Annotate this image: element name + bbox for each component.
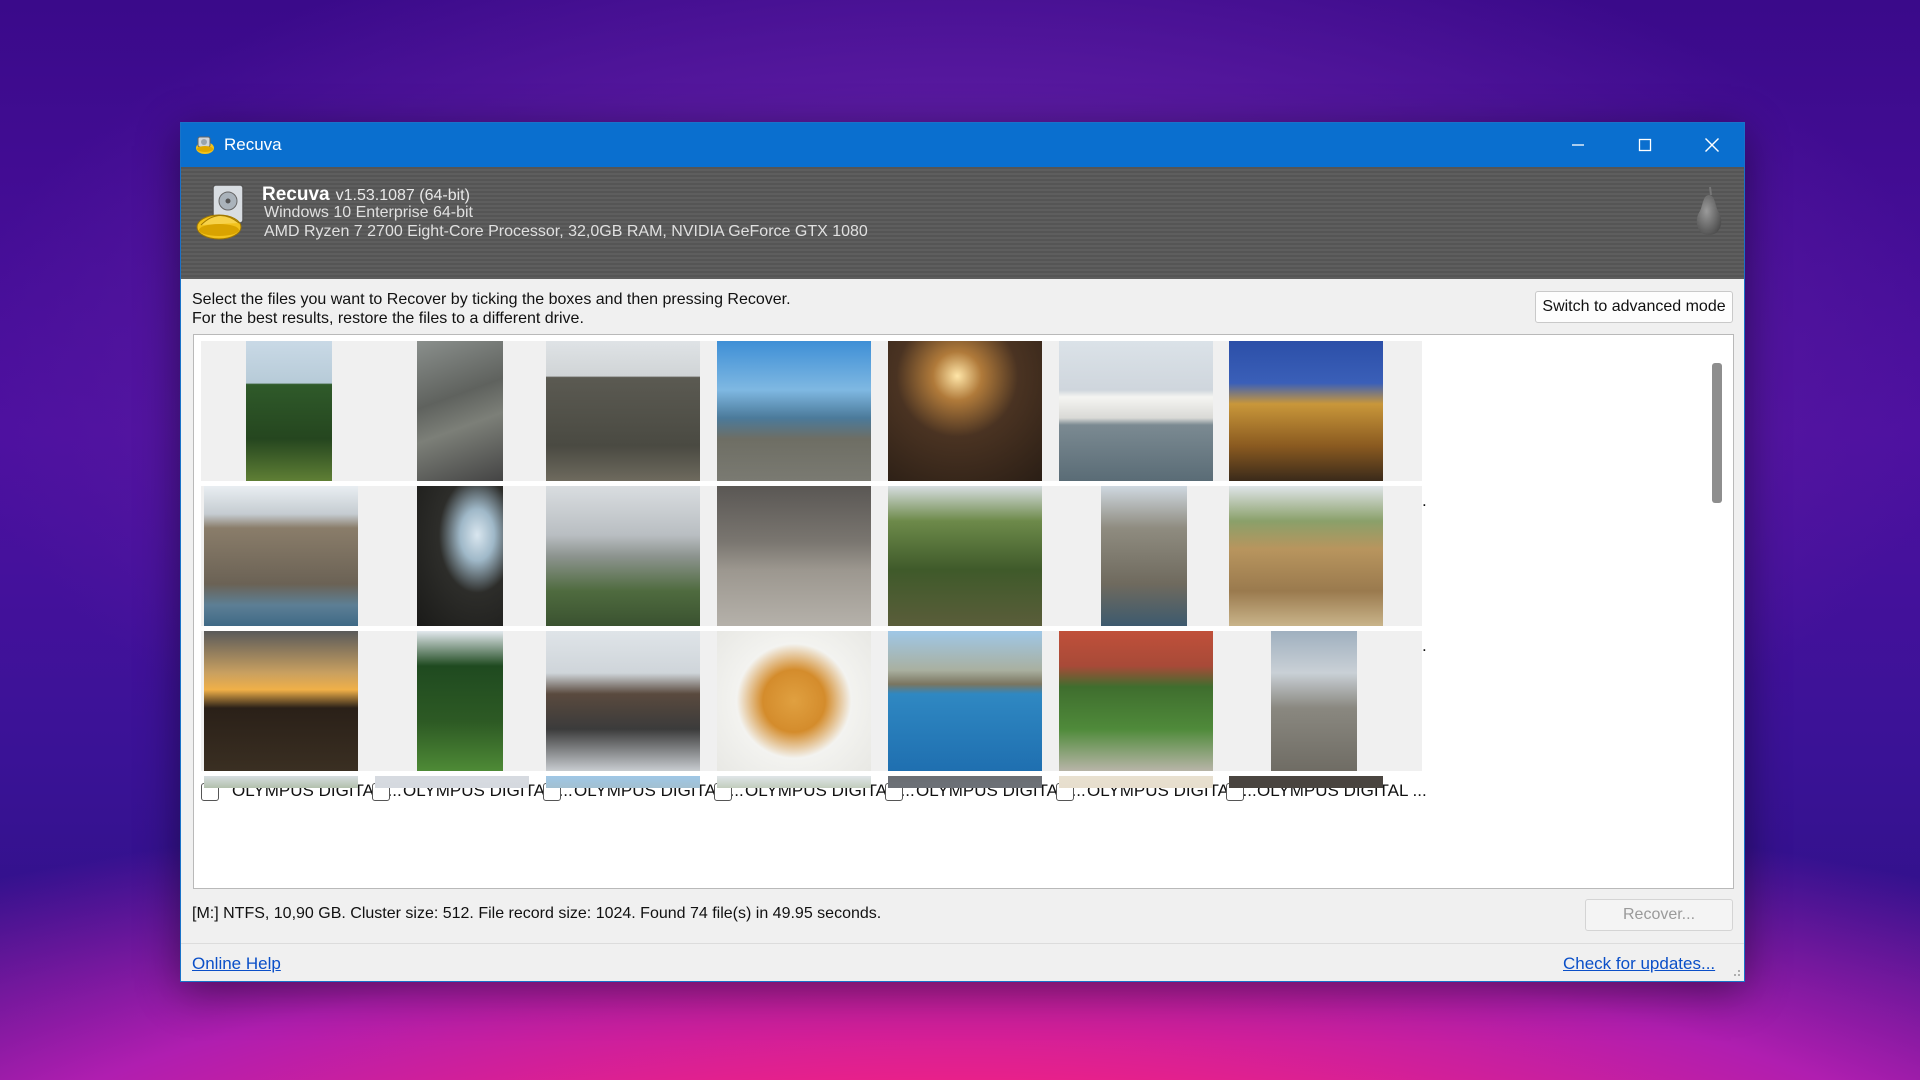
resize-grip-icon[interactable] <box>1729 965 1741 977</box>
maximize-button[interactable] <box>1613 123 1677 167</box>
photo-thumbnail[interactable] <box>888 631 1042 771</box>
thumbnail-frame <box>885 486 1081 626</box>
thumbnail-frame <box>1226 341 1422 481</box>
switch-advanced-mode-button[interactable]: Switch to advanced mode <box>1535 291 1733 323</box>
thumbnail-frame <box>1056 631 1252 771</box>
check-updates-link[interactable]: Check for updates... <box>1563 954 1715 974</box>
photo-thumbnail[interactable] <box>1229 341 1383 481</box>
online-help-link[interactable]: Online Help <box>192 954 281 974</box>
app-header-banner: Recuva v1.53.1087 (64-bit) Windows 10 Ent… <box>181 167 1744 279</box>
file-tile-partial[interactable] <box>1226 776 1422 788</box>
photo-thumbnail[interactable] <box>717 631 871 771</box>
close-button[interactable] <box>1680 123 1744 167</box>
instructions-line-1: Select the files you want to Recover by … <box>192 291 791 308</box>
hardware-info: AMD Ryzen 7 2700 Eight-Core Processor, 3… <box>264 223 868 240</box>
recuva-app-icon <box>196 136 214 154</box>
minimize-icon <box>1572 144 1584 146</box>
scan-status-text: [M:] NTFS, 10,90 GB. Cluster size: 512. … <box>192 905 882 922</box>
recuva-logo-icon <box>196 184 244 240</box>
thumbnail-frame <box>372 631 568 771</box>
file-tile-partial[interactable] <box>543 776 739 788</box>
thumbnail-frame <box>1056 341 1252 481</box>
thumbnail-frame <box>714 631 910 771</box>
photo-thumbnail[interactable] <box>417 631 503 771</box>
file-tile-partial[interactable] <box>201 776 397 788</box>
thumbnail-frame <box>885 341 1081 481</box>
thumbnail-frame <box>201 341 397 481</box>
file-thumbnail-grid[interactable]: OLYMPUS DIGITAL ... OLYMPUS DIGITAL ... OL… <box>193 334 1734 889</box>
photo-thumbnail[interactable] <box>546 486 700 626</box>
thumbnail-frame <box>714 486 910 626</box>
thumbnail-frame <box>543 631 739 771</box>
thumbnail-frame <box>201 486 397 626</box>
file-tile-partial[interactable] <box>885 776 1081 788</box>
photo-thumbnail[interactable] <box>1059 341 1213 481</box>
thumbnail-frame <box>714 341 910 481</box>
recuva-window: Recuva Recuva v1.53.1087 (64-bit) Windows… <box>180 122 1745 982</box>
photo-thumbnail[interactable] <box>888 341 1042 481</box>
minimize-button[interactable] <box>1546 123 1610 167</box>
photo-thumbnail[interactable] <box>204 631 358 771</box>
os-info: Windows 10 Enterprise 64-bit <box>264 204 473 221</box>
recover-button[interactable]: Recover... <box>1585 899 1733 931</box>
instructions-text: Select the files you want to Recover by … <box>192 290 791 328</box>
thumbnail-frame <box>543 341 739 481</box>
photo-thumbnail[interactable] <box>1059 631 1213 771</box>
instructions-line-2: For the best results, restore the files … <box>192 310 584 327</box>
file-tile-partial[interactable] <box>714 776 910 788</box>
photo-thumbnail[interactable] <box>204 776 358 788</box>
photo-thumbnail[interactable] <box>1101 486 1187 626</box>
thumbnail-frame <box>201 631 397 771</box>
photo-thumbnail[interactable] <box>717 486 871 626</box>
photo-thumbnail[interactable] <box>1229 776 1383 788</box>
thumbnail-frame <box>543 486 739 626</box>
close-icon <box>1705 138 1719 152</box>
photo-thumbnail[interactable] <box>546 776 700 788</box>
vertical-scrollbar-thumb[interactable] <box>1712 363 1722 503</box>
app-version: v1.53.1087 (64-bit) <box>335 187 470 204</box>
photo-thumbnail[interactable] <box>888 486 1042 626</box>
photo-thumbnail[interactable] <box>888 776 1042 788</box>
photo-thumbnail[interactable] <box>1271 631 1357 771</box>
footer-divider <box>181 943 1744 944</box>
piriform-pear-icon <box>1696 186 1722 235</box>
window-title: Recuva <box>224 135 282 154</box>
thumbnail-frame <box>1226 486 1422 626</box>
thumbnail-frame <box>1226 631 1422 771</box>
photo-thumbnail[interactable] <box>1229 486 1383 626</box>
app-name: Recuva <box>262 184 330 205</box>
thumbnail-frame <box>372 486 568 626</box>
photo-thumbnail[interactable] <box>246 341 332 481</box>
thumbnail-frame <box>372 341 568 481</box>
photo-thumbnail[interactable] <box>546 631 700 771</box>
photo-thumbnail[interactable] <box>717 341 871 481</box>
photo-thumbnail[interactable] <box>717 776 871 788</box>
thumbnail-frame <box>1056 486 1252 626</box>
photo-thumbnail[interactable] <box>204 486 358 626</box>
photo-thumbnail[interactable] <box>546 341 700 481</box>
app-title-line: Recuva v1.53.1087 (64-bit) <box>262 184 470 206</box>
photo-thumbnail[interactable] <box>1059 776 1213 788</box>
file-tile-partial[interactable] <box>372 776 568 788</box>
photo-thumbnail[interactable] <box>375 776 529 788</box>
photo-thumbnail[interactable] <box>417 486 503 626</box>
file-tile-partial[interactable] <box>1056 776 1252 788</box>
maximize-icon <box>1638 138 1652 152</box>
thumbnail-frame <box>885 631 1081 771</box>
title-bar[interactable]: Recuva <box>181 123 1744 167</box>
photo-thumbnail[interactable] <box>417 341 503 481</box>
